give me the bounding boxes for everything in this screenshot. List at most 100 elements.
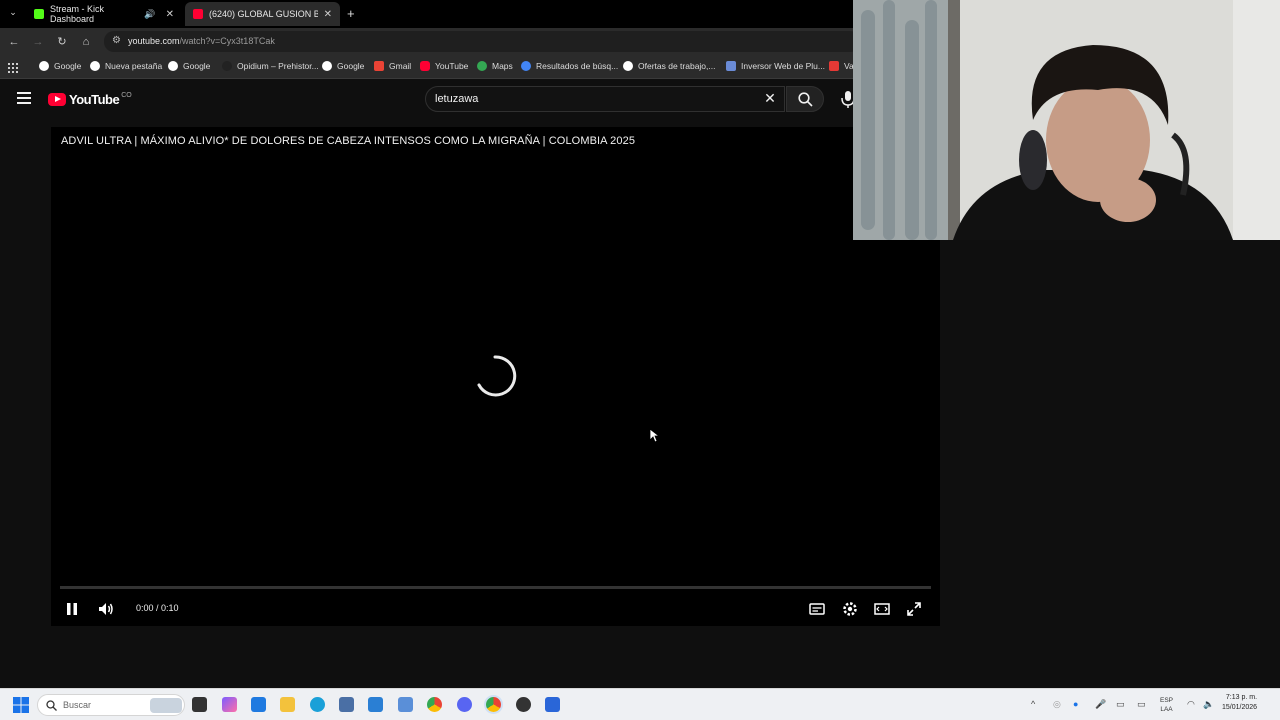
google-icon bbox=[322, 61, 332, 71]
folder-icon[interactable] bbox=[280, 697, 295, 712]
search-button[interactable] bbox=[786, 86, 824, 112]
close-tab-icon[interactable]: ✕ bbox=[324, 9, 332, 20]
chrome-icon[interactable] bbox=[427, 697, 442, 712]
youtube-logo[interactable]: YouTube CO bbox=[48, 92, 132, 107]
windows-start-button[interactable] bbox=[13, 697, 29, 713]
hamburger-menu-icon[interactable] bbox=[17, 92, 31, 104]
new-tab-button[interactable]: + bbox=[347, 6, 355, 21]
youtube-play-icon bbox=[48, 93, 66, 106]
url-path: /watch?v=Cyx3t18TCak bbox=[179, 36, 275, 46]
mouse-cursor-icon bbox=[649, 428, 659, 443]
bookmark-google[interactable]: Google bbox=[39, 61, 81, 71]
theater-mode-icon bbox=[874, 603, 890, 615]
bookmark-google[interactable]: Google bbox=[322, 61, 364, 71]
volume-button[interactable] bbox=[97, 600, 115, 618]
snipping-tool-icon[interactable] bbox=[398, 697, 413, 712]
speaker-icon[interactable]: 🔈 bbox=[1203, 699, 1214, 710]
progress-bar[interactable] bbox=[60, 586, 931, 589]
bookmark-job-offers[interactable]: Ofertas de trabajo,... bbox=[623, 61, 715, 71]
tab-kick-dashboard[interactable]: Stream - Kick Dashboard 🔊 ✕ bbox=[26, 2, 182, 26]
discord-icon[interactable] bbox=[457, 697, 472, 712]
taskbar-search-box[interactable]: Buscar bbox=[37, 694, 185, 716]
notepad-icon[interactable] bbox=[368, 697, 383, 712]
language-code: ESP bbox=[1160, 697, 1174, 704]
calculator-icon[interactable] bbox=[339, 697, 354, 712]
settings-button[interactable] bbox=[841, 600, 859, 618]
bookmarks-bar: Google Nueva pestaña Google Opidium – Pr… bbox=[0, 55, 860, 79]
bookmark-opidium[interactable]: Opidium – Prehistor... bbox=[222, 61, 319, 71]
search-input-value: letuzawa bbox=[435, 93, 479, 105]
bookmark-label: Ofertas de trabajo,... bbox=[638, 61, 716, 71]
maps-pin-icon bbox=[477, 61, 487, 71]
clear-search-icon[interactable]: ✕ bbox=[762, 90, 778, 106]
bookmark-label: Google bbox=[54, 61, 82, 71]
home-icon[interactable]: ⌂ bbox=[78, 34, 94, 50]
site-info-icon[interactable]: ⚙ bbox=[112, 35, 121, 46]
taskbar-clock[interactable]: 7:13 p. m. 15/01/2026 bbox=[1222, 693, 1257, 713]
bookmark-label: Google bbox=[183, 61, 211, 71]
language-indicator[interactable]: ESP LAA bbox=[1160, 696, 1173, 714]
bookmark-val[interactable]: Val bbox=[829, 61, 856, 71]
windows-taskbar: Buscar ^ ◎ ● 🎤 ▭ ▭ ESP LAA ◠ 🔈 7:13 p. m… bbox=[0, 688, 1280, 720]
video-title[interactable]: ADVIL ULTRA | MÁXIMO ALIVIO* DE DOLORES … bbox=[61, 135, 635, 147]
file-explorer-dark-icon[interactable] bbox=[192, 697, 207, 712]
address-bar[interactable]: ⚙ youtube.com/watch?v=Cyx3t18TCak bbox=[104, 31, 860, 52]
bookmark-label: Resultados de búsq... bbox=[536, 61, 619, 71]
teamviewer-icon[interactable] bbox=[251, 697, 266, 712]
fullscreen-button[interactable] bbox=[905, 600, 923, 618]
subtitles-button[interactable] bbox=[808, 600, 826, 618]
microphone-icon[interactable]: 🎤 bbox=[1095, 699, 1106, 710]
keyboard-icon[interactable]: ▭ bbox=[1116, 699, 1125, 710]
fullscreen-icon bbox=[907, 602, 921, 616]
bookmark-label: Gmail bbox=[389, 61, 412, 71]
video-player[interactable]: ADVIL ULTRA | MÁXIMO ALIVIO* DE DOLORES … bbox=[51, 127, 940, 626]
bookmark-label: Opidium – Prehistor... bbox=[237, 61, 319, 71]
pause-button[interactable] bbox=[63, 600, 81, 618]
display-icon[interactable]: ▭ bbox=[1137, 699, 1146, 710]
app-blue-icon[interactable] bbox=[545, 697, 560, 712]
info-icon bbox=[623, 61, 633, 71]
taskbar-search-placeholder: Buscar bbox=[63, 700, 92, 710]
address-url: youtube.com/watch?v=Cyx3t18TCak bbox=[128, 36, 275, 46]
url-host: youtube.com bbox=[128, 36, 180, 46]
opidium-icon bbox=[222, 61, 232, 71]
close-tab-icon[interactable]: ✕ bbox=[166, 9, 174, 20]
google-icon bbox=[168, 61, 178, 71]
subtitles-icon bbox=[809, 603, 825, 615]
theater-mode-button[interactable] bbox=[873, 600, 891, 618]
copilot-icon[interactable] bbox=[222, 697, 237, 712]
tab-search-button[interactable]: ⌄ bbox=[6, 7, 20, 21]
bookmark-youtube[interactable]: YouTube bbox=[420, 61, 468, 71]
chrome-active-icon[interactable] bbox=[486, 697, 501, 712]
chrome-icon bbox=[90, 61, 100, 71]
search-input[interactable]: letuzawa bbox=[425, 86, 785, 112]
gmail-icon bbox=[374, 61, 384, 71]
bookmark-gmail[interactable]: Gmail bbox=[374, 61, 411, 71]
bookmark-maps[interactable]: Maps bbox=[477, 61, 513, 71]
youtube-icon bbox=[420, 61, 430, 71]
apps-grid-icon[interactable] bbox=[8, 60, 18, 73]
chevron-up-icon[interactable]: ^ bbox=[1031, 699, 1035, 709]
x-icon bbox=[829, 61, 839, 71]
browser-tab-strip: ⌄ Stream - Kick Dashboard 🔊 ✕ (6240) GLO… bbox=[0, 0, 860, 28]
tray-network-app-icon[interactable]: ● bbox=[1073, 699, 1078, 709]
google-icon bbox=[39, 61, 49, 71]
bookmark-inversor[interactable]: Inversor Web de Plu... bbox=[726, 61, 825, 71]
bookmark-search-results[interactable]: Resultados de búsq... bbox=[521, 61, 618, 71]
wifi-icon[interactable]: ◠ bbox=[1187, 699, 1195, 710]
tray-app-icon[interactable]: ◎ bbox=[1053, 699, 1061, 710]
tab-title: (6240) GLOBAL GUSION BEST T bbox=[209, 9, 318, 19]
tab-youtube[interactable]: (6240) GLOBAL GUSION BEST T ✕ bbox=[185, 2, 340, 26]
audio-playing-icon[interactable]: 🔊 bbox=[144, 9, 155, 20]
obs-icon[interactable] bbox=[516, 697, 531, 712]
edge-icon[interactable] bbox=[310, 697, 325, 712]
back-icon[interactable]: ← bbox=[6, 34, 22, 50]
bookmark-new-tab[interactable]: Nueva pestaña bbox=[90, 61, 162, 71]
page-background-right bbox=[940, 240, 1280, 688]
time-display: 0:00 / 0:10 bbox=[136, 603, 179, 613]
browser-toolbar: ← → ↻ ⌂ ⚙ youtube.com/watch?v=Cyx3t18TCa… bbox=[0, 28, 860, 55]
forward-icon[interactable]: → bbox=[30, 34, 46, 50]
reload-icon[interactable]: ↻ bbox=[54, 34, 70, 50]
search-icon bbox=[46, 700, 57, 711]
bookmark-google[interactable]: Google bbox=[168, 61, 210, 71]
